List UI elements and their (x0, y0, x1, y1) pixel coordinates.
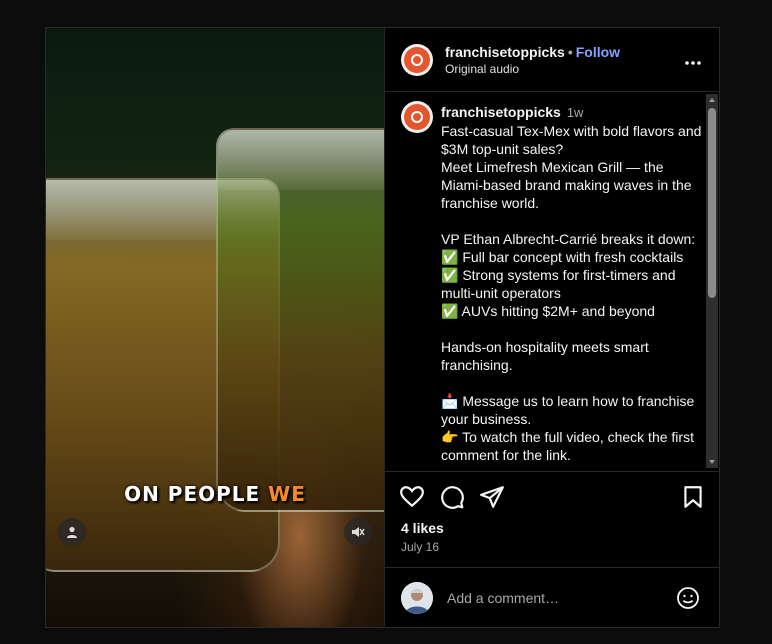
post-sidebar: franchisetoppicks • Follow Original audio … (384, 28, 720, 627)
caption-time[interactable]: 1w (567, 105, 584, 120)
heart-icon[interactable] (399, 484, 425, 510)
author-avatar[interactable] (401, 44, 433, 76)
scroll-up-arrow[interactable] (709, 98, 715, 102)
author-username[interactable]: franchisetoppicks (445, 44, 565, 60)
add-comment-bar (385, 567, 720, 628)
smiley-icon[interactable] (676, 586, 700, 610)
speaker-muted-icon (352, 527, 365, 537)
comment-icon[interactable] (439, 484, 465, 510)
user-photo-icon (401, 582, 433, 614)
comment-input[interactable] (445, 586, 669, 610)
scroll-down-arrow[interactable] (709, 460, 715, 464)
post-dialog: ON PEOPLE WE franchisetoppicks • Follow Or… (45, 27, 720, 628)
more-options-button[interactable] (684, 50, 702, 71)
more-horizontal-icon (685, 61, 701, 65)
video-caption-highlight: WE (268, 482, 306, 506)
video-caption-text: ON PEOPLE (124, 482, 261, 506)
user-icon (67, 526, 77, 538)
author-line: franchisetoppicks • Follow (445, 44, 620, 60)
caption-text: Fast-casual Tex-Mex with bold flavors an… (441, 123, 702, 463)
post-header: franchisetoppicks • Follow Original audio (385, 28, 720, 92)
comments-area[interactable]: franchisetoppicks 1w Fast-casual Tex-Mex … (385, 91, 720, 471)
caption-header: franchisetoppicks 1w (441, 104, 583, 120)
send-icon[interactable] (479, 484, 505, 510)
caption-author-avatar[interactable] (401, 101, 433, 133)
post-video[interactable]: ON PEOPLE WE (46, 28, 384, 627)
comments-scrollbar[interactable] (706, 94, 718, 468)
post-actions: 4 likes July 16 (385, 471, 720, 567)
video-caption-overlay: ON PEOPLE WE (46, 482, 384, 506)
user-tags-button[interactable] (58, 518, 86, 546)
mute-button[interactable] (344, 518, 372, 546)
bookmark-icon[interactable] (680, 484, 706, 510)
beer-glass-right (216, 128, 384, 512)
current-user-avatar (401, 582, 433, 614)
scrollbar-thumb[interactable] (708, 108, 716, 298)
audio-label[interactable]: Original audio (445, 62, 519, 76)
follow-button[interactable]: Follow (576, 44, 620, 60)
caption-username[interactable]: franchisetoppicks (441, 104, 561, 120)
likes-count[interactable]: 4 likes (401, 520, 444, 536)
separator-dot: • (567, 44, 573, 60)
post-date[interactable]: July 16 (401, 540, 439, 554)
